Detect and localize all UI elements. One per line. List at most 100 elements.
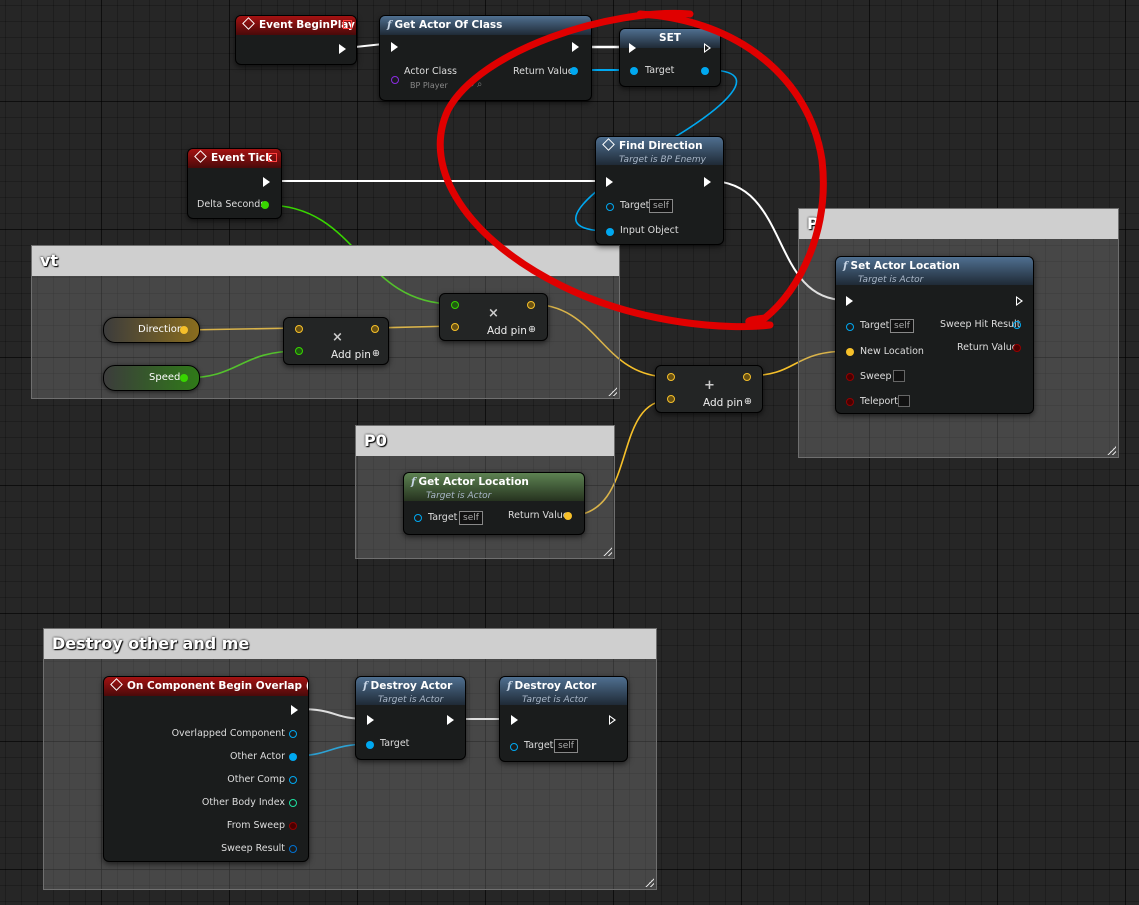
target-pin[interactable]	[366, 741, 374, 749]
exec-out-pin[interactable]	[291, 705, 298, 715]
node-multiply-1[interactable]: × Add pin ⊕	[283, 317, 389, 365]
target-pin[interactable]	[606, 203, 614, 211]
target-label: Target	[620, 200, 650, 211]
input-b-pin[interactable]	[667, 395, 675, 403]
node-get-actor-of-class[interactable]: f Get Actor Of Class Actor Class BP Playe…	[379, 15, 592, 101]
exec-in-pin[interactable]	[629, 43, 636, 53]
sweep-checkbox[interactable]	[893, 370, 905, 382]
target-out-pin[interactable]	[701, 67, 709, 75]
target-value[interactable]: self	[459, 511, 483, 525]
other-body-index-pin[interactable]	[289, 799, 297, 807]
actor-class-label: Actor Class	[404, 66, 458, 77]
teleport-pin[interactable]	[846, 398, 854, 406]
teleport-checkbox[interactable]	[898, 395, 910, 407]
resize-handle[interactable]	[608, 387, 617, 396]
function-icon: f	[363, 680, 368, 692]
return-value-pin[interactable]	[570, 67, 578, 75]
target-pin[interactable]	[414, 514, 422, 522]
sweep-result-pin[interactable]	[289, 845, 297, 853]
exec-in-pin[interactable]	[391, 42, 398, 52]
comment-title: P	[799, 209, 1118, 239]
node-add[interactable]: + Add pin ⊕	[655, 365, 763, 413]
add-pin-icon[interactable]: ⊕	[528, 324, 536, 335]
node-title: Destroy Actor	[514, 680, 597, 692]
output-pin[interactable]	[527, 301, 535, 309]
exec-out-pin[interactable]	[263, 177, 270, 187]
variable-direction[interactable]: Direction	[103, 317, 200, 343]
node-set-actor-location[interactable]: f Set Actor Location Target is Actor Targe…	[835, 256, 1034, 414]
target-value[interactable]: self	[890, 319, 914, 333]
target-pin[interactable]	[510, 743, 518, 751]
add-pin-label[interactable]: Add pin	[487, 325, 527, 337]
exec-out-pin[interactable]	[572, 42, 579, 52]
exec-out-pin[interactable]	[704, 43, 711, 53]
other-comp-pin[interactable]	[289, 776, 297, 784]
node-subtitle: Target is Actor	[522, 695, 588, 705]
function-icon: f	[507, 680, 512, 692]
exec-in-pin[interactable]	[846, 296, 853, 306]
node-event-tick[interactable]: Event Tick Delta Seconds	[187, 148, 282, 219]
resize-handle[interactable]	[603, 547, 612, 556]
target-value[interactable]: self	[554, 739, 578, 753]
node-destroy-actor-1[interactable]: f Destroy Actor Target is Actor Target	[355, 676, 466, 760]
speed-out-pin[interactable]	[180, 374, 188, 382]
input-object-pin[interactable]	[606, 228, 614, 236]
node-find-direction[interactable]: Find Direction Target is BP Enemy Target …	[595, 136, 724, 245]
event-icon	[110, 678, 123, 691]
actor-class-pin[interactable]	[391, 76, 399, 84]
node-title: On Component Begin Overlap (Box)	[127, 680, 308, 692]
resize-handle[interactable]	[645, 878, 654, 887]
add-pin-label[interactable]: Add pin	[331, 349, 371, 361]
overlapped-component-pin[interactable]	[289, 730, 297, 738]
add-pin-label[interactable]: Add pin	[703, 397, 743, 409]
input-b-pin[interactable]	[295, 347, 303, 355]
return-value-pin[interactable]	[564, 512, 572, 520]
node-title: SET	[659, 32, 681, 44]
node-get-actor-location[interactable]: f Get Actor Location Target is Actor Targe…	[403, 472, 585, 535]
sweep-pin[interactable]	[846, 373, 854, 381]
node-set[interactable]: SET Target	[619, 28, 721, 87]
return-value-pin[interactable]	[1013, 344, 1021, 352]
exec-in-pin[interactable]	[511, 715, 518, 725]
exec-out-pin[interactable]	[339, 44, 346, 54]
input-a-pin[interactable]	[295, 325, 303, 333]
exec-out-pin[interactable]	[1016, 296, 1023, 306]
new-location-label: New Location	[860, 346, 924, 357]
output-pin[interactable]	[371, 325, 379, 333]
reset-icon[interactable]: ⟲ ⌕	[466, 79, 482, 90]
node-title: Find Direction	[619, 140, 703, 152]
node-title: Destroy Actor	[370, 680, 453, 692]
node-title: Event BeginPlay	[259, 19, 355, 31]
node-event-begin-play[interactable]: Event BeginPlay	[235, 15, 357, 65]
target-pin[interactable]	[630, 67, 638, 75]
new-location-pin[interactable]	[846, 348, 854, 356]
node-multiply-2[interactable]: × Add pin ⊕	[439, 293, 548, 341]
other-actor-pin[interactable]	[289, 753, 297, 761]
variable-speed[interactable]: Speed	[103, 365, 200, 391]
return-value-label: Return Value	[957, 342, 1018, 353]
function-icon: f	[843, 260, 848, 272]
exec-in-pin[interactable]	[606, 177, 613, 187]
node-title: Event Tick	[211, 152, 273, 164]
input-b-pin[interactable]	[451, 323, 459, 331]
sweep-hit-result-pin[interactable]	[1013, 321, 1021, 329]
pin-label-other-actor: Other Actor	[230, 751, 285, 762]
node-destroy-actor-2[interactable]: f Destroy Actor Target is Actor Target sel…	[499, 676, 628, 762]
target-pin[interactable]	[846, 323, 854, 331]
actor-class-value[interactable]: BP Player	[410, 81, 448, 90]
exec-out-pin[interactable]	[447, 715, 454, 725]
output-pin[interactable]	[743, 373, 751, 381]
exec-in-pin[interactable]	[367, 715, 374, 725]
direction-out-pin[interactable]	[180, 326, 188, 334]
node-on-component-begin-overlap[interactable]: On Component Begin Overlap (Box) Overlap…	[103, 676, 309, 862]
exec-out-pin[interactable]	[704, 177, 711, 187]
add-pin-icon[interactable]: ⊕	[744, 396, 752, 407]
resize-handle[interactable]	[1107, 446, 1116, 455]
input-a-pin[interactable]	[451, 301, 459, 309]
add-pin-icon[interactable]: ⊕	[372, 348, 380, 359]
from-sweep-pin[interactable]	[289, 822, 297, 830]
exec-out-pin[interactable]	[609, 715, 616, 725]
input-a-pin[interactable]	[667, 373, 675, 381]
target-value[interactable]: self	[649, 199, 673, 213]
delta-seconds-pin[interactable]	[261, 201, 269, 209]
